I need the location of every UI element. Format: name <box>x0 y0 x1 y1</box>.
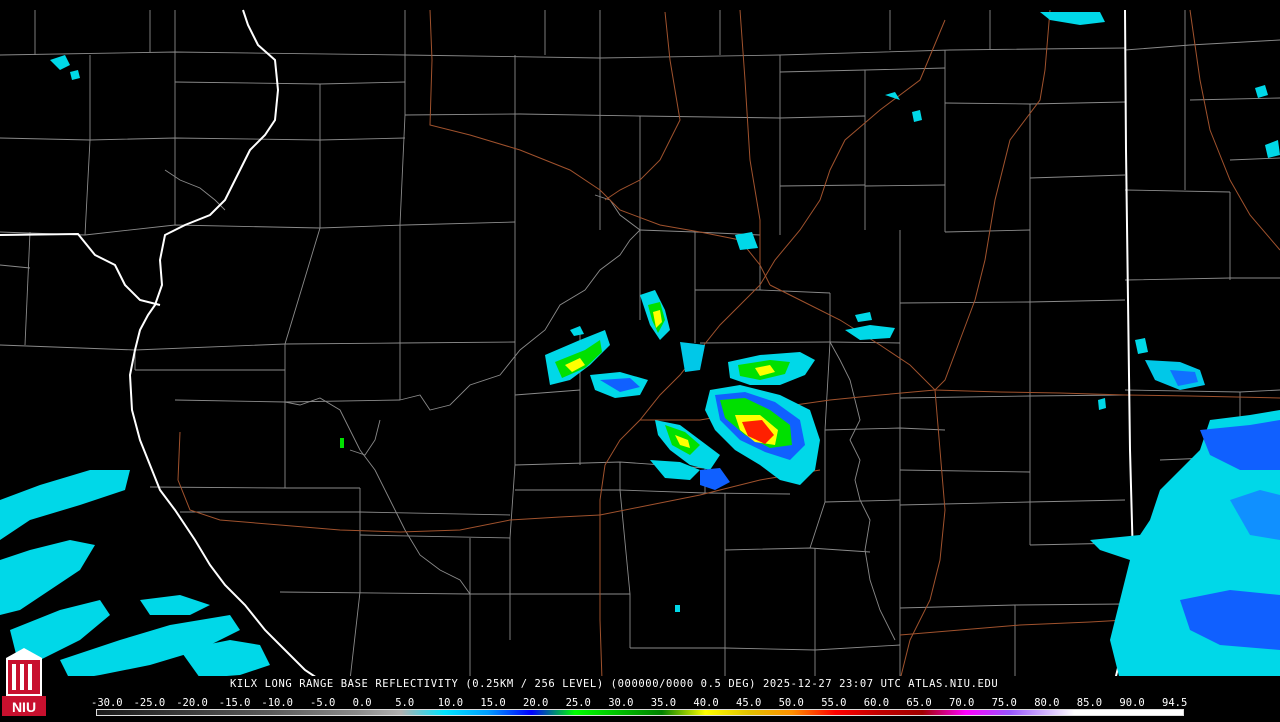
county-boundaries <box>0 10 1280 681</box>
scale-label: -30.0 <box>91 697 123 709</box>
scale-label: -10.0 <box>261 697 293 709</box>
state-boundaries <box>0 9 1137 681</box>
scale-label: 90.0 <box>1119 697 1145 709</box>
niu-logo: NIU <box>2 646 46 718</box>
scale-label: 45.0 <box>736 697 762 709</box>
scale-label: 55.0 <box>821 697 847 709</box>
scale-label: 75.0 <box>991 697 1017 709</box>
scale-label: 94.5 <box>1162 697 1188 709</box>
radar-map <box>0 9 1280 720</box>
scale-label: 40.0 <box>693 697 719 709</box>
reflectivity-colorbar <box>96 709 1184 716</box>
echo-northwest-speckles <box>50 12 1280 250</box>
radar-product-caption: KILX LONG RANGE BASE REFLECTIVITY (0.25K… <box>230 678 999 690</box>
scale-label: -5.0 <box>310 697 336 709</box>
scale-label: 80.0 <box>1034 697 1060 709</box>
scale-label: 5.0 <box>395 697 415 709</box>
scale-label: 85.0 <box>1076 697 1103 709</box>
echo-central-storms <box>340 290 1148 612</box>
scale-label: -25.0 <box>133 697 166 709</box>
scale-label: 0.0 <box>352 697 372 709</box>
scale-label: -20.0 <box>176 697 208 709</box>
scale-label: 65.0 <box>906 697 932 709</box>
logo-text: NIU <box>12 699 36 715</box>
highway-lines <box>177 9 1280 681</box>
echo-east-region <box>1090 360 1280 680</box>
scale-label: -15.0 <box>218 697 251 709</box>
radar-echoes <box>0 12 1280 680</box>
scale-label: 70.0 <box>949 697 975 709</box>
color-scale-labels: -30.0 -25.0 -20.0 -15.0 -10.0 -5.0 0.0 5.0 10.0 1… <box>91 697 1193 709</box>
scale-label: 10.0 <box>437 697 464 709</box>
scale-label: 25.0 <box>565 697 591 709</box>
scale-label: 35.0 <box>650 697 677 709</box>
scale-label: 20.0 <box>523 697 549 709</box>
scale-label: 15.0 <box>480 697 506 709</box>
scale-label: 60.0 <box>863 697 890 709</box>
scale-label: 50.0 <box>778 697 804 709</box>
scale-label: 30.0 <box>608 697 634 709</box>
